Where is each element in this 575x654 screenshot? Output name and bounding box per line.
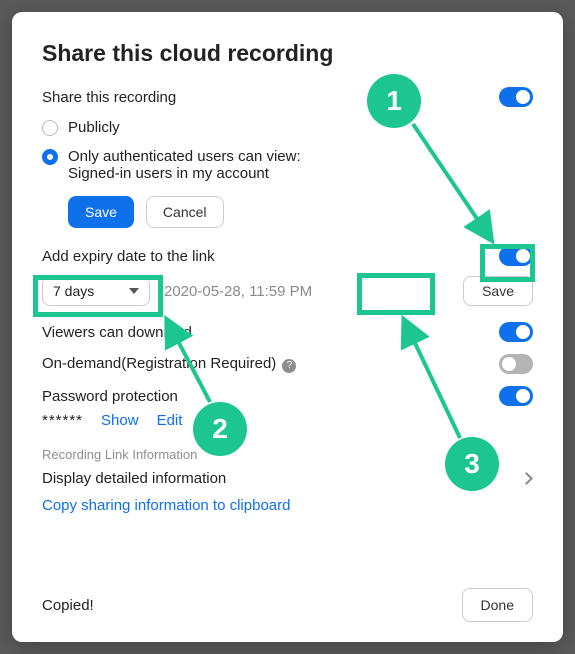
share-visibility-group: Publicly Only authenticated users can vi…: [42, 117, 533, 182]
share-heading: Share this recording: [42, 89, 176, 106]
expiry-select-value: 7 days: [53, 283, 94, 299]
share-recording-row: Share this recording: [42, 87, 533, 107]
radio-public-row[interactable]: Publicly: [42, 117, 533, 138]
password-label: Password protection: [42, 388, 178, 405]
radio-auth-label-2: Signed-in users in my account: [68, 165, 533, 182]
password-row: Password protection: [42, 386, 533, 406]
radio-authenticated[interactable]: [42, 149, 58, 165]
download-row: Viewers can download: [42, 322, 533, 342]
help-icon[interactable]: ?: [282, 359, 296, 373]
display-detailed-label: Display detailed information: [42, 470, 226, 487]
password-edit-link[interactable]: Edit: [157, 412, 183, 429]
share-visibility-buttons: Save Cancel: [68, 196, 533, 228]
expiry-label: Add expiry date to the link: [42, 248, 215, 265]
expiry-timestamp: 2020-05-28, 11:59 PM: [164, 283, 449, 300]
cancel-button[interactable]: Cancel: [146, 196, 224, 228]
expiry-select[interactable]: 7 days: [42, 276, 150, 306]
share-recording-toggle[interactable]: [499, 87, 533, 107]
chevron-down-icon: [129, 288, 139, 294]
password-show-link[interactable]: Show: [101, 412, 139, 429]
password-controls: ****** Show Edit: [42, 412, 533, 429]
ondemand-label-wrap: On-demand(Registration Required) ?: [42, 355, 296, 373]
expiry-toggle[interactable]: [499, 246, 533, 266]
download-toggle[interactable]: [499, 322, 533, 342]
recording-link-info-heading: Recording Link Information: [42, 447, 533, 462]
ondemand-label: On-demand(Registration Required): [42, 355, 276, 372]
expiry-controls: 7 days 2020-05-28, 11:59 PM Save: [42, 276, 533, 306]
password-toggle[interactable]: [499, 386, 533, 406]
expiry-row: Add expiry date to the link: [42, 246, 533, 266]
modal-footer: Copied! Done: [42, 588, 533, 622]
expiry-save-button[interactable]: Save: [463, 276, 533, 306]
radio-auth-label-1: Only authenticated users can view:: [68, 146, 301, 167]
share-recording-modal: Share this cloud recording Share this re…: [12, 12, 563, 642]
modal-title: Share this cloud recording: [42, 40, 533, 67]
chevron-right-icon: [520, 472, 533, 485]
save-button[interactable]: Save: [68, 196, 134, 228]
radio-authenticated-row[interactable]: Only authenticated users can view:: [42, 146, 533, 167]
copy-clipboard-link[interactable]: Copy sharing information to clipboard: [42, 497, 533, 514]
display-detailed-row[interactable]: Display detailed information: [42, 470, 533, 487]
download-label: Viewers can download: [42, 324, 192, 341]
done-button[interactable]: Done: [462, 588, 533, 622]
radio-public[interactable]: [42, 120, 58, 136]
ondemand-row: On-demand(Registration Required) ?: [42, 354, 533, 374]
password-mask: ******: [42, 412, 83, 429]
copied-text: Copied!: [42, 597, 94, 614]
radio-public-label: Publicly: [68, 117, 120, 138]
ondemand-toggle[interactable]: [499, 354, 533, 374]
